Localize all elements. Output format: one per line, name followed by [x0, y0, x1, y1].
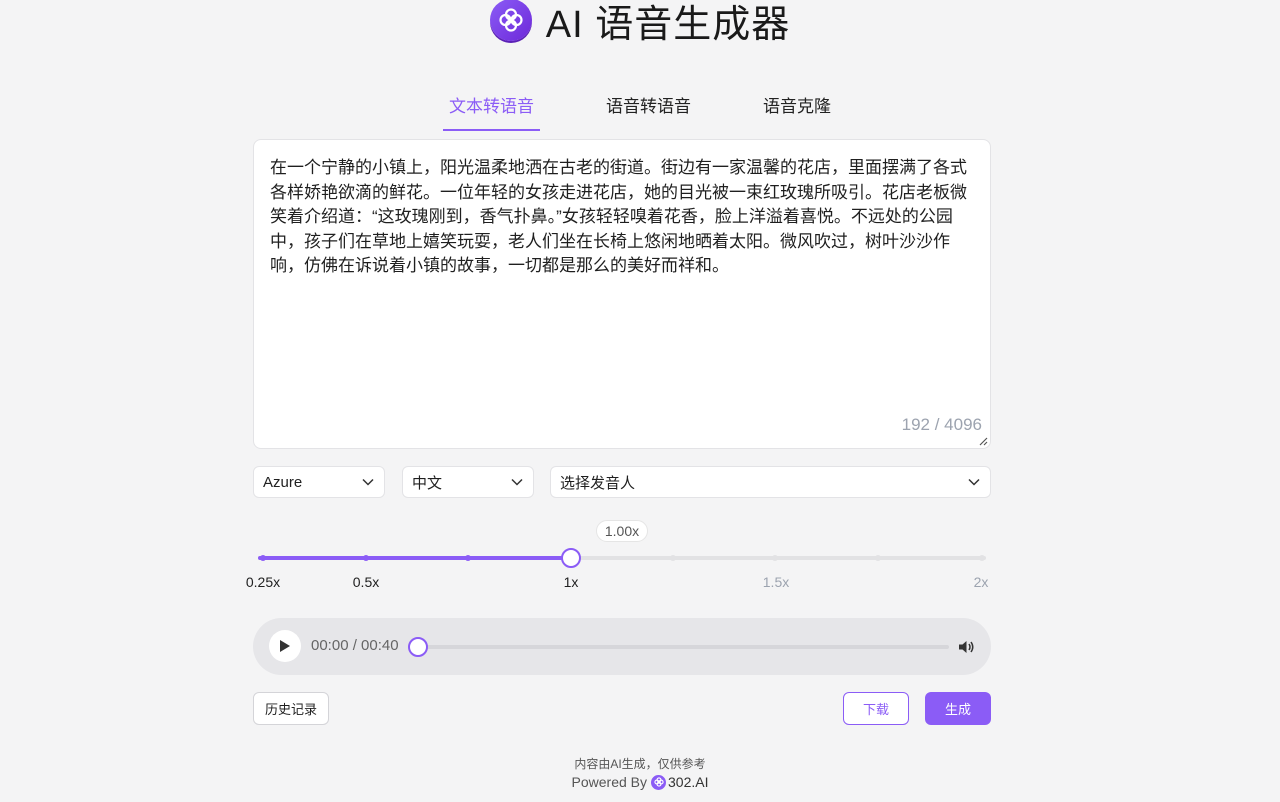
audio-player: 00:00 / 00:40: [253, 618, 991, 675]
mode-tabs: 文本转语音 语音转语音 语音克隆: [0, 84, 1280, 131]
language-select-value: 中文: [412, 474, 443, 492]
app-logo-icon: [489, 0, 532, 41]
footer-powered-by: Powered By 302.AI: [0, 772, 1280, 792]
generate-button[interactable]: 生成: [925, 692, 991, 725]
speed-tick: [979, 555, 985, 561]
tab-speech-to-speech[interactable]: 语音转语音: [600, 84, 697, 131]
speed-tick: [465, 555, 471, 561]
footer-disclaimer: 内容由AI生成，仅供参考: [574, 757, 706, 771]
speaker-select[interactable]: 选择发音人: [550, 466, 991, 498]
chevron-down-icon: [968, 478, 980, 486]
speed-mark-0.25x: 0.25x: [245, 574, 281, 590]
page-title: AI 语音生成器: [545, 3, 791, 46]
chevron-down-icon: [511, 478, 523, 486]
play-button[interactable]: [269, 630, 301, 662]
history-button[interactable]: 历史记录: [253, 692, 329, 725]
chevron-down-icon: [362, 478, 374, 486]
brand-name: 302.AI: [668, 774, 709, 790]
speed-mark-1.5x: 1.5x: [762, 574, 790, 590]
speed-mark-0.5x: 0.5x: [352, 574, 380, 590]
speed-mark-2x: 2x: [973, 574, 989, 590]
speed-slider-handle[interactable]: [561, 548, 581, 568]
provider-select[interactable]: Azure: [253, 466, 385, 498]
audio-progress-handle[interactable]: [408, 637, 428, 657]
language-select[interactable]: 中文: [402, 466, 534, 498]
speaker-select-value: 选择发音人: [560, 474, 636, 492]
audio-time: 00:00 / 00:40: [311, 637, 399, 654]
speed-tick: [363, 555, 369, 561]
app-header: AI 语音生成器: [0, 0, 1280, 46]
text-input-value[interactable]: 在一个宁静的小镇上，阳光温柔地洒在古老的街道。街边有一家温馨的花店，里面摆满了各…: [270, 156, 974, 279]
resize-handle-icon[interactable]: [978, 436, 988, 446]
brand-logo-icon: [651, 774, 666, 790]
brand-link[interactable]: 302.AI: [651, 774, 708, 790]
provider-select-value: Azure: [263, 473, 303, 491]
tab-text-to-speech[interactable]: 文本转语音: [443, 84, 540, 131]
speed-tick: [875, 555, 881, 561]
speed-slider-fill: [258, 556, 571, 560]
speed-tick: [670, 555, 676, 561]
play-icon: [280, 640, 290, 652]
volume-icon[interactable]: [957, 638, 975, 656]
speed-tick: [772, 555, 778, 561]
audio-progress-track[interactable]: [423, 645, 949, 649]
speed-tick: [260, 555, 266, 561]
speed-mark-1x: 1x: [563, 574, 579, 590]
speed-slider[interactable]: [253, 548, 991, 568]
character-counter: 192 / 4096: [901, 415, 982, 435]
tab-voice-clone[interactable]: 语音克隆: [757, 84, 837, 131]
speed-value-badge: 1.00x: [596, 520, 648, 542]
powered-by-label: Powered By: [571, 774, 647, 790]
text-input-area[interactable]: 在一个宁静的小镇上，阳光温柔地洒在古老的街道。街边有一家温馨的花店，里面摆满了各…: [253, 139, 991, 449]
download-button[interactable]: 下载: [843, 692, 909, 725]
